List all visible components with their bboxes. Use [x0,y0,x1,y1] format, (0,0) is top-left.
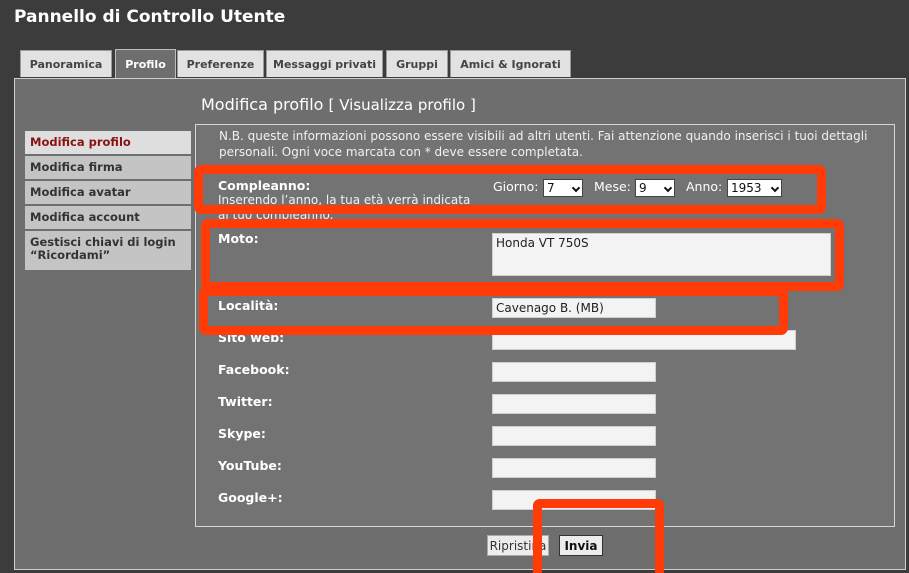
page-title: Pannello di Controllo Utente [14,7,286,27]
skype-label: Skype: [218,426,266,441]
day-value: 7 [547,181,555,195]
sidebar-item-chiavi-login[interactable]: Gestisci chiavi di login “Ricordami” [25,231,191,272]
youtube-input[interactable] [492,458,656,478]
website-label: Sito web: [218,330,285,345]
birthday-hint: Inserendo l’anno, la tua età verrà indic… [218,193,471,222]
location-label: Località: [218,298,279,313]
section-heading: Modifica profilo [ Visualizza profilo ] [201,95,476,114]
sidebar-item-modifica-account[interactable]: Modifica account [25,206,191,231]
tab-messaggi-privati[interactable]: Messaggi privati [266,50,383,77]
googleplus-input[interactable] [492,490,656,510]
year-value: 1953 [731,181,762,195]
tab-preferenze[interactable]: Preferenze [177,50,264,77]
chevron-down-icon [663,183,673,193]
location-input[interactable] [492,298,656,318]
facebook-input[interactable] [492,362,656,382]
view-profile-link[interactable]: [ Visualizza profilo ] [329,96,476,114]
tab-panoramica[interactable]: Panoramica [20,50,112,77]
birthday-label: Compleanno: [218,178,311,193]
tab-gruppi[interactable]: Gruppi [386,50,448,77]
month-value: 9 [639,181,647,195]
tab-profilo[interactable]: Profilo [115,49,176,78]
year-select[interactable]: 1953 [727,179,782,197]
section-title: Modifica profilo [201,95,324,114]
sidebar-menu: Modifica profilo Modifica firma Modifica… [25,131,191,272]
sidebar-item-modifica-profilo[interactable]: Modifica profilo [25,131,191,156]
month-select[interactable]: 9 [635,179,675,197]
month-label: Mese: [594,179,631,194]
chevron-down-icon [571,183,581,193]
submit-button[interactable]: Invia [559,535,603,556]
form-note: N.B. queste informazioni possono essere … [219,129,868,159]
facebook-label: Facebook: [218,362,290,377]
youtube-label: YouTube: [218,458,282,473]
twitter-input[interactable] [492,394,656,414]
sidebar-item-modifica-firma[interactable]: Modifica firma [25,156,191,181]
twitter-label: Twitter: [218,394,273,409]
reset-button[interactable]: Ripristina [487,535,549,556]
sidebar-item-modifica-avatar[interactable]: Modifica avatar [25,181,191,206]
skype-input[interactable] [492,426,656,446]
year-label: Anno: [686,179,723,194]
googleplus-label: Google+: [218,490,283,505]
day-select[interactable]: 7 [543,179,583,197]
day-label: Giorno: [493,179,539,194]
moto-textarea[interactable]: Honda VT 750S [492,233,831,276]
website-input[interactable] [492,330,796,350]
tab-amici-ignorati[interactable]: Amici & Ignorati [450,50,571,77]
moto-label: Moto: [218,231,259,246]
chevron-down-icon [770,183,780,193]
